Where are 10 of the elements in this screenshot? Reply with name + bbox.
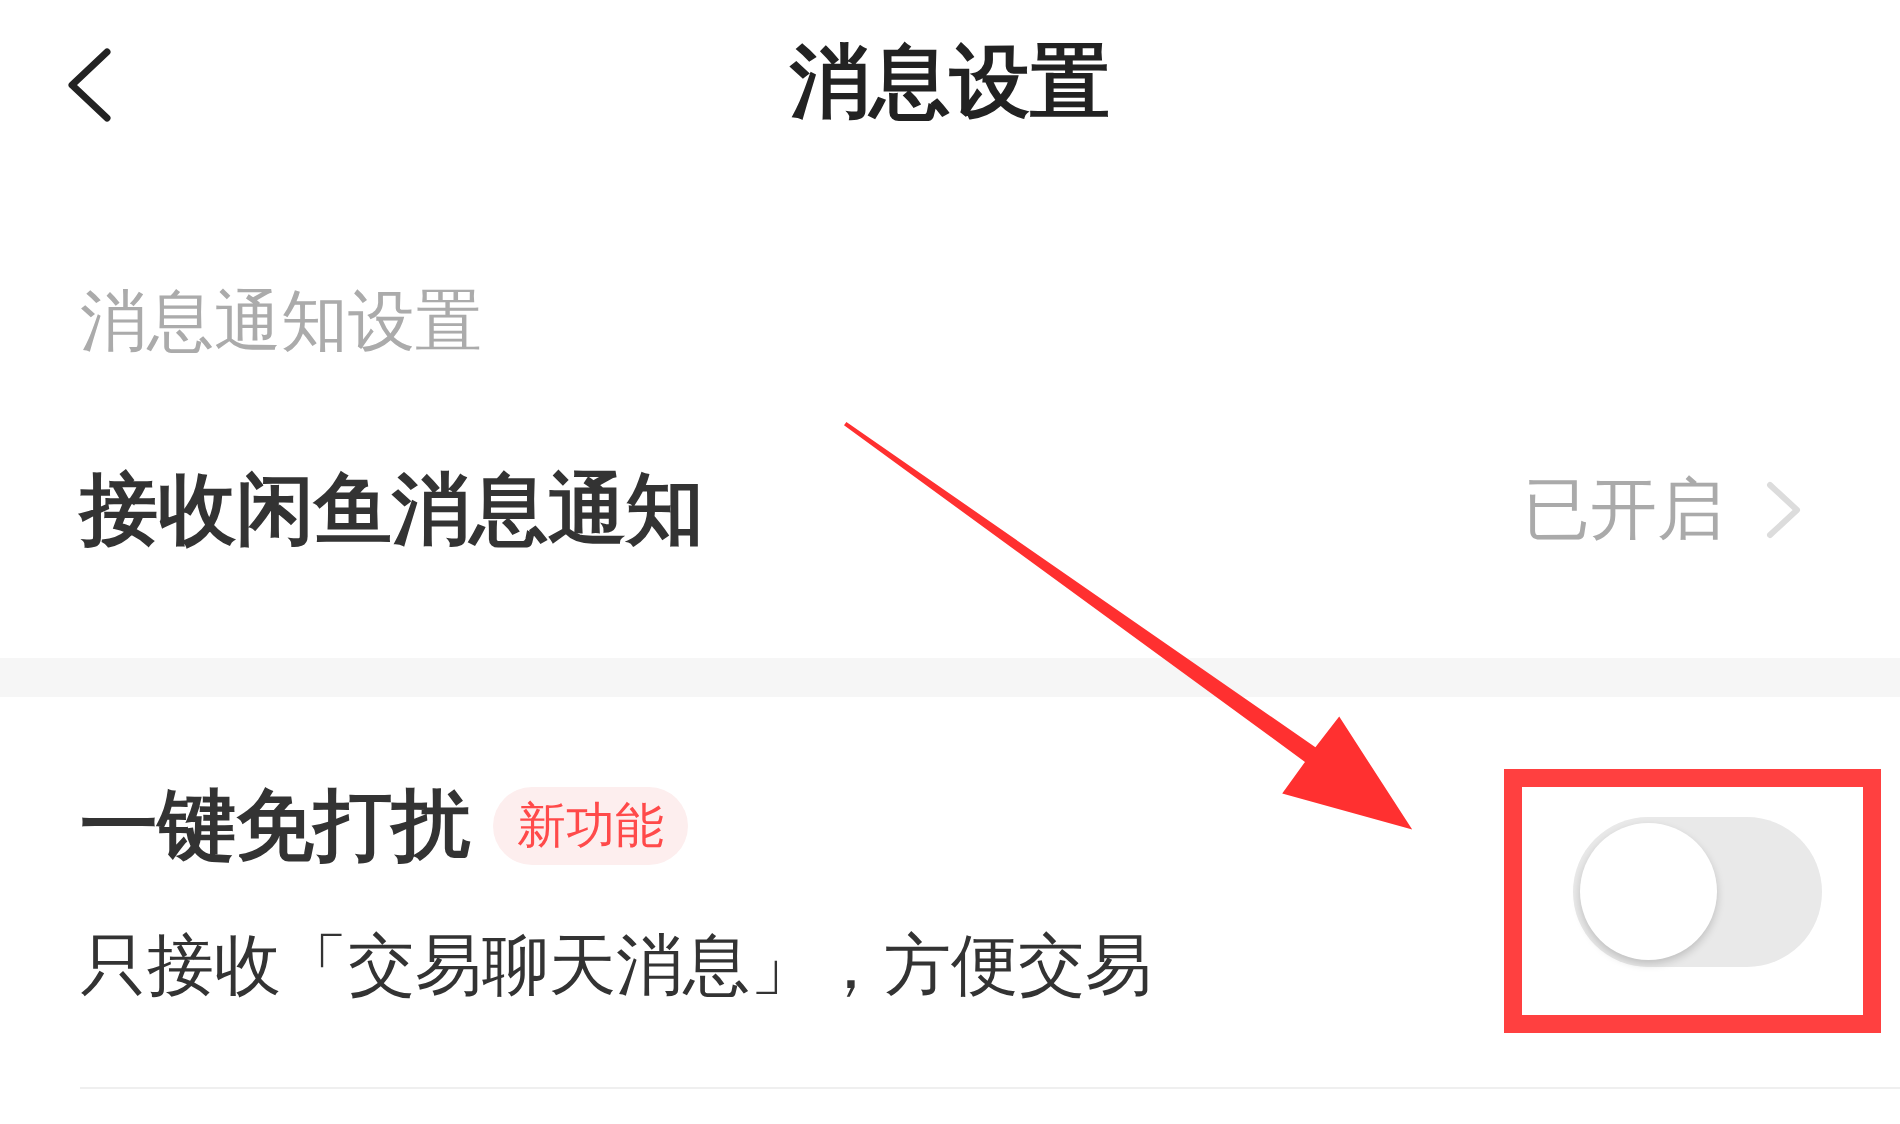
status-value: 已开启 (1523, 469, 1724, 550)
setting-label: 一键免打扰 (80, 779, 470, 872)
setting-label[interactable]: 接收闲鱼消息通知 (80, 462, 704, 557)
back-icon (67, 48, 111, 122)
section-title: 消息通知设置 (80, 281, 482, 361)
back-button[interactable] (67, 48, 111, 122)
new-feature-badge: 新功能 (493, 786, 688, 865)
setting-description: 只接收「交易聊天消息」，方便交易 (80, 924, 1152, 1005)
chevron-right-icon[interactable] (1766, 480, 1802, 539)
page-title: 消息设置 (790, 42, 1110, 122)
